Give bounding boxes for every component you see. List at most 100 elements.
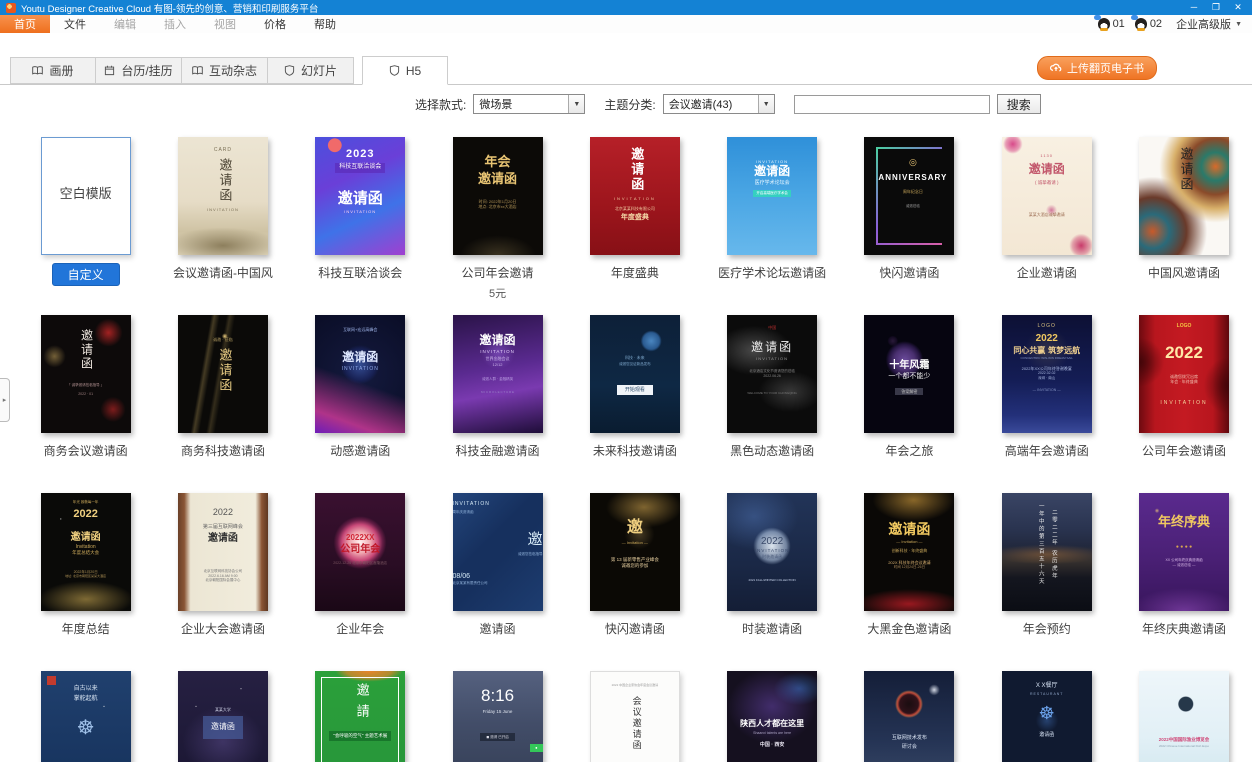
thumb-text: 8:16 [481,685,514,707]
category-select[interactable]: 会议邀请(43) ▼ [663,94,775,114]
template-label[interactable]: 年度总结 [62,620,110,637]
template-label[interactable]: 科技金融邀请函 [456,442,540,459]
search-button[interactable]: 搜索 [997,94,1041,114]
template-label[interactable]: 企业年会 [336,620,384,637]
menu-item[interactable]: 视图 [200,15,250,33]
customize-button[interactable]: 自定义 [52,263,120,286]
menu-item[interactable]: 首页 [0,15,50,33]
template-thumbnail[interactable]: 2022INVITATION时装邀请函2021 FALL/WINTER COLL… [727,493,817,611]
qq-account[interactable]: 02 [1135,18,1162,30]
restore-button[interactable]: ❐ [1206,2,1226,13]
upload-ebook-button[interactable]: 上传翻页电子书 [1037,56,1157,80]
template-label[interactable]: 科技互联洽谈会 [318,264,402,281]
template-thumbnail[interactable]: 诚邀 · 莅临邀请函 [178,315,268,433]
template-thumbnail[interactable]: 2022中国国际渔业博览会2022 Chinese International … [1139,671,1229,762]
template-label[interactable]: 医疗学术论坛邀请函 [718,264,826,281]
template-label[interactable]: 公司年会邀请函 [1142,442,1226,459]
tab-幻灯片[interactable]: 幻灯片 [268,57,354,84]
template-thumbnail[interactable]: 自古以来掌舵起航☸ [41,671,131,762]
template-thumbnail[interactable]: 年光 致敬每一年2022邀请函Invitation年度总结大会2022年1月20… [41,493,131,611]
template-thumbnail[interactable]: 2022 中国企业家协会年度会议邀请会议邀请函 [590,671,680,762]
template-thumbnail[interactable]: 邀— Invitation —第 13 届新零售产业峰会诚邀您的参加 [590,493,680,611]
template-label[interactable]: 时装邀请函 [742,620,802,637]
template-thumbnail[interactable]: 邀请函「 诚挚邀请莅临指导 」2022 · 01 [41,315,131,433]
close-button[interactable]: ✕ [1228,2,1248,13]
template-thumbnail[interactable]: 2022第三届互联网峰会邀请函北京互联网科技协会公司2022.6.16 AM 9… [178,493,268,611]
chevron-down-icon[interactable]: ▼ [568,95,584,113]
menu-item[interactable]: 帮助 [300,15,350,33]
template-card: CARD邀请函INVITATION 会议邀请函-中国风 [154,137,291,315]
template-thumbnail[interactable]: INVITATION邀请函医疗学术论坛会开启高端医疗学术会 [727,137,817,255]
template-thumbnail[interactable]: 互联网+宏远高峰会邀请函INVITATION [315,315,405,433]
template-thumbnail[interactable]: 某某大学邀请函 [178,671,268,762]
template-card: 互联网技术发布研讨会 [841,671,978,762]
thumb-text: 2022 中国企业家协会年度会议邀请 [612,684,659,688]
template-thumbnail[interactable]: 8:16Friday 15 June◼ 邀请 已开启● [453,671,543,762]
template-thumbnail[interactable]: 年会邀请函时间: 2022年1月20日地点: 北京市xx大酒店 [453,137,543,255]
template-thumbnail[interactable]: 邀请函— Invitation —创新科技 · 年终盛典202X 科技年终会议邀… [864,493,954,611]
style-select[interactable]: 微场景 ▼ [473,94,585,114]
template-label[interactable]: 中国风邀请函 [1148,264,1220,281]
template-thumbnail[interactable]: 2022XX公司年会2022-12-26 北京市朝阳区鑫隆酒店 [315,493,405,611]
search-input[interactable] [794,95,990,114]
template-thumbnail[interactable]: LOGO2022同心共赢 筑梦远航CONCENTRIC WIN-WIN DREA… [1002,315,1092,433]
template-thumbnail[interactable]: 科技 · 未来诚邀您见证新品发布开始观看 [590,315,680,433]
template-thumbnail[interactable]: ◎ANNIVERSARY周年纪念日诚邀莅临 [864,137,954,255]
tab-台历/挂历[interactable]: 台历/挂历 [96,57,182,84]
template-thumbnail[interactable]: 二零二二年 农历虎年 一年中的第三百五十六天 [1002,493,1092,611]
qq-account[interactable]: 01 [1098,18,1125,30]
template-label[interactable]: 年度盛典 [611,264,659,281]
thumb-text: 2022 [73,507,97,521]
template-thumbnail[interactable]: 年终序典● ● ● ●XX 公司年终庆典邀请函— 诚邀莅临 — [1139,493,1229,611]
template-thumbnail[interactable]: 邀 請"会呼吸的空气" 主题艺术展 [315,671,405,762]
menu-item[interactable]: 编辑 [100,15,150,33]
template-thumbnail[interactable]: 中国邀请函INVITATION北京酒店文化节邀请您的莅临2022.06.26WE… [727,315,817,433]
template-label[interactable]: 商务科技邀请函 [181,442,265,459]
template-thumbnail[interactable]: 互联网技术发布研讨会 [864,671,954,762]
template-label[interactable]: 未来科技邀请函 [593,442,677,459]
thumb-text: 邀请函 [480,333,516,349]
edition-dropdown[interactable]: 企业高级版 ▼ [1176,16,1242,32]
template-label[interactable]: 快闪邀请函 [879,264,939,281]
menu-item[interactable]: 价格 [250,15,300,33]
minimize-button[interactable]: ─ [1184,2,1204,13]
template-thumbnail[interactable]: 1130邀请函( 诚挚邀请 )某某大酒店诚挚邀请 [1002,137,1092,255]
template-thumbnail[interactable]: INVITATION周年庆邀请函邀诚邀您莅临指导08/06北京某某有限责任公司 [453,493,543,611]
template-label[interactable]: 企业邀请函 [1017,264,1077,281]
template-label[interactable]: 邀请函 [480,620,516,637]
template-thumbnail[interactable]: 空白模版 [41,137,131,255]
template-label[interactable]: 快闪邀请函 [605,620,665,637]
template-label[interactable]: 大黑金色邀请函 [867,620,951,637]
thumb-text: 创新科技 · 年终盛典 [892,548,928,553]
template-thumbnail[interactable]: 2023科技互联洽谈会邀请函INVITATION [315,137,405,255]
template-thumbnail[interactable]: X X餐厅RESTAURANT☸邀请函 [1002,671,1092,762]
template-label[interactable]: 年终庆典邀请函 [1142,620,1226,637]
sidebar-expand-toggle[interactable]: ▸ [0,378,10,422]
template-label[interactable]: 公司年会邀请 [462,264,534,281]
category-select-value: 会议邀请(43) [664,95,758,113]
tab-画册[interactable]: 画册 [10,57,96,84]
template-label[interactable]: 高端年会邀请函 [1005,442,1089,459]
thumb-text: 一个都不能少 [888,372,930,381]
template-label[interactable]: 企业大会邀请函 [181,620,265,637]
template-thumbnail[interactable]: 邀请函INVITATION世界金融会议12/12诚邀人群 · 金融精英M I C… [453,315,543,433]
tab-H5[interactable]: H5 [362,56,448,85]
template-label[interactable]: 年会之旅 [885,442,933,459]
template-label[interactable]: 动感邀请函 [330,442,390,459]
template-label[interactable]: 会议邀请函-中国风 [173,264,273,281]
chevron-down-icon[interactable]: ▼ [758,95,774,113]
thumb-text: 2022 [213,507,233,519]
template-thumbnail[interactable]: CARD邀请函INVITATION [178,137,268,255]
menu-item[interactable]: 插入 [150,15,200,33]
menu-item[interactable]: 文件 [50,15,100,33]
template-label[interactable]: 黑色动态邀请函 [730,442,814,459]
template-thumbnail[interactable]: LOGO2022诚邀您拨冗出席年会 · 年终盛典INVITATION [1139,315,1229,433]
template-label[interactable]: 商务会议邀请函 [44,442,128,459]
template-thumbnail[interactable]: 十年风霜一个都不能少答案解密 [864,315,954,433]
template-thumbnail[interactable]: 邀请函INVITATION北京某某科技有限公司年度盛典 [590,137,680,255]
thumb-text: 邀请函 [888,521,930,539]
tab-互动杂志[interactable]: 互动杂志 [182,57,268,84]
template-label[interactable]: 年会预约 [1023,620,1071,637]
template-thumbnail[interactable]: 陕西人才都在这里Shaanxi talents are here中国 · 西安 [727,671,817,762]
template-thumbnail[interactable]: 邀请函 [1139,137,1229,255]
